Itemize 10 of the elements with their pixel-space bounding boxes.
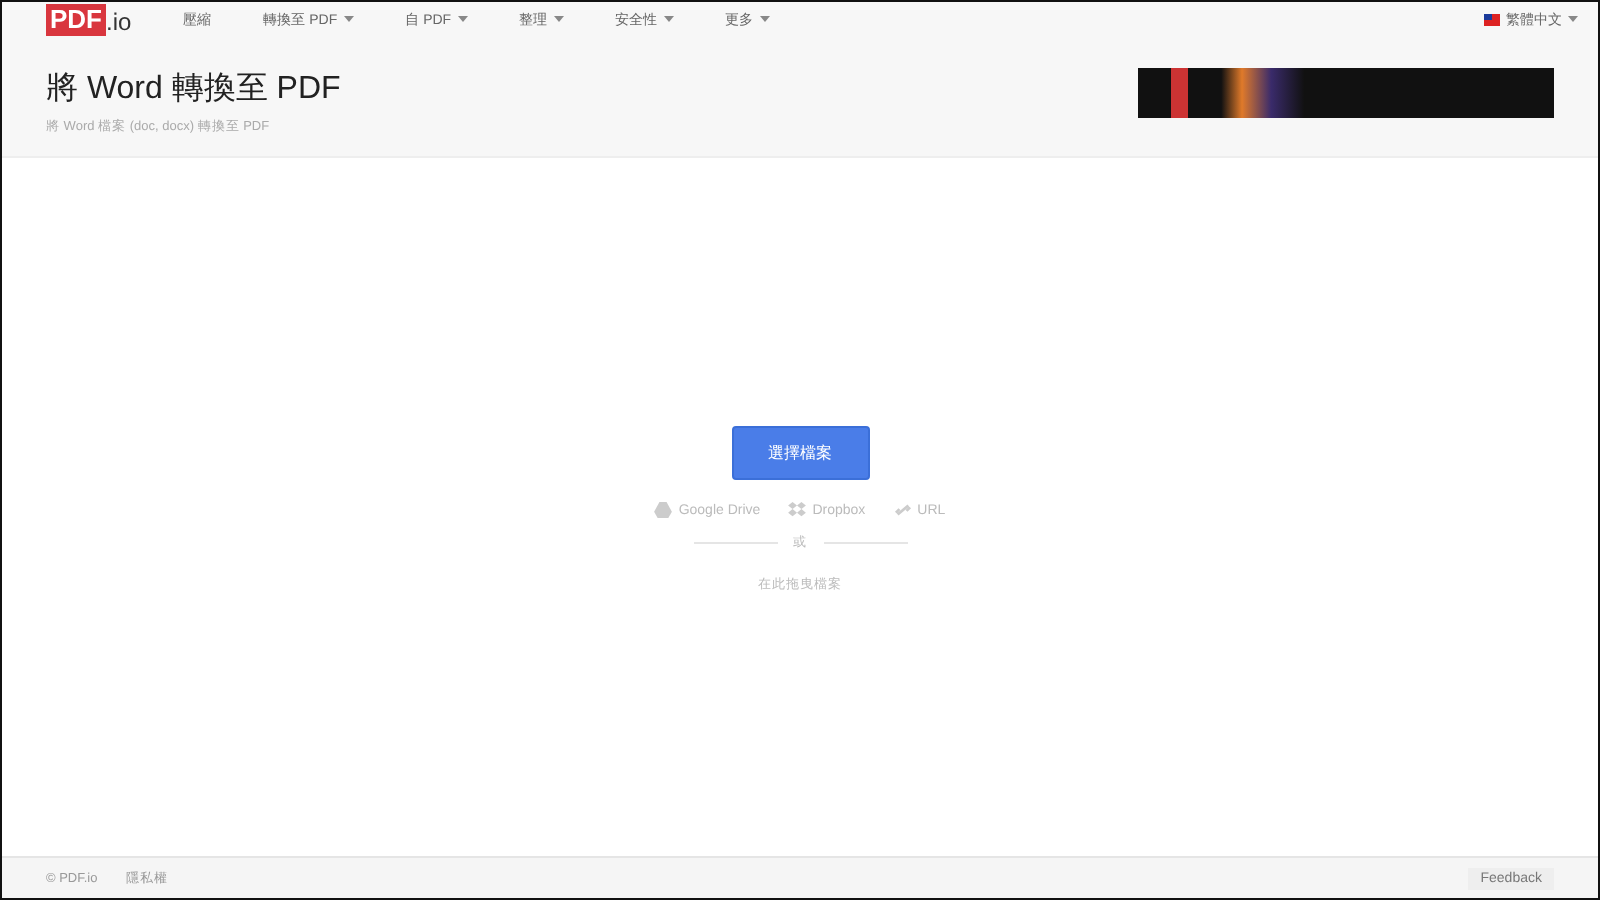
flag-icon — [1484, 13, 1500, 25]
link-icon — [893, 502, 912, 518]
page-title: 將 Word 轉換至 PDF — [46, 70, 341, 110]
box-icon — [788, 502, 807, 518]
logo-mark[interactable]: PDF — [46, 3, 106, 35]
choose-file-button[interactable]: 選擇檔案 — [731, 426, 869, 480]
ad-banner-placeholder[interactable] — [1138, 68, 1554, 118]
caret-icon — [1568, 16, 1578, 22]
logo-suffix[interactable]: .io — [106, 7, 132, 35]
drive-icon — [654, 502, 673, 518]
